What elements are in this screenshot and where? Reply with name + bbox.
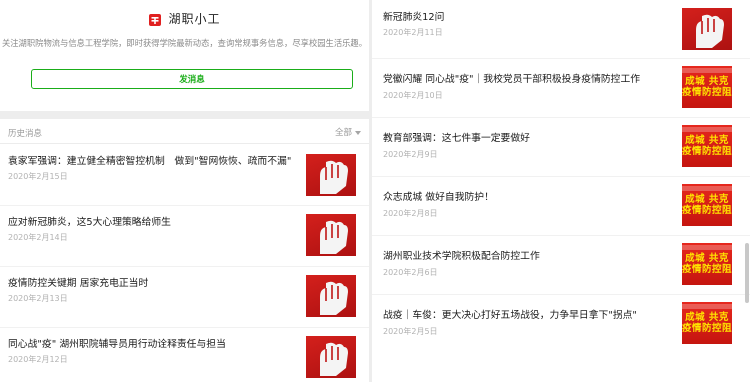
- account-description: 关注湖职院物流与信息工程学院，即时获得学院最新动态，查询常规事务信息，尽享校园生…: [1, 38, 368, 48]
- poster-banner: [682, 304, 732, 309]
- account-profile-pane: 湖职小工 关注湖职院物流与信息工程学院，即时获得学院最新动态，查询常规事务信息，…: [0, 0, 369, 382]
- poster-banner: [682, 68, 732, 73]
- list-item[interactable]: 袁家军强调：建立健全精密智控机制 做到"智网恢恢、疏而不漏" 2020年2月15…: [0, 145, 369, 206]
- article-title: 应对新冠肺炎，这5大心理策略给师生: [8, 217, 171, 228]
- article-title: 湖州职业技术学院积极配合防控工作: [383, 251, 540, 262]
- article-date: 2020年2月14日: [8, 233, 68, 242]
- article-date: 2020年2月15日: [8, 172, 68, 181]
- vertical-scrollbar[interactable]: [745, 243, 749, 303]
- list-item[interactable]: 教育部强调：这七件事一定要做好 2020年2月9日 成城 共克 疫情防控阻: [372, 118, 750, 177]
- raised-fist-icon: [306, 275, 356, 317]
- list-item[interactable]: 同心战"疫" 湖州职院辅导员用行动诠释责任与担当 2020年2月12日: [0, 328, 369, 382]
- history-messages: 历史消息 全部 袁家军强调：建立健全精密智控机制 做到"智网恢恢、疏而不漏" 2…: [0, 119, 369, 382]
- list-item[interactable]: 疫情防控关键期 居家充电正当时 2020年2月13日: [0, 267, 369, 328]
- article-date: 2020年2月9日: [383, 150, 438, 159]
- poster-icon: 成城 共克 疫情防控阻: [682, 302, 732, 344]
- list-item[interactable]: 众志成城 做好自我防护！ 2020年2月8日 成城 共克 疫情防控阻: [372, 177, 750, 236]
- article-date: 2020年2月10日: [383, 91, 443, 100]
- chevron-down-icon: [355, 130, 361, 135]
- poster-icon: 成城 共克 疫情防控阻: [682, 184, 732, 226]
- article-title: 党徽闪耀 同心战"疫"｜我校党员干部积极投身疫情防控工作: [383, 74, 641, 85]
- poster-banner: [682, 245, 732, 250]
- article-date: 2020年2月5日: [383, 327, 438, 336]
- article-list-pane: 新冠肺炎12问 2020年2月11日 党徽闪耀 同心战"疫"｜我校党员干部积极投…: [372, 0, 750, 382]
- account-name: 湖职小工: [168, 12, 221, 26]
- poster-text: 成城 共克: [685, 253, 729, 264]
- article-title: 新冠肺炎12问: [383, 12, 445, 23]
- raised-fist-icon: [306, 154, 356, 196]
- list-item[interactable]: 湖州职业技术学院积极配合防控工作 2020年2月6日 成城 共克 疫情防控阻: [372, 236, 750, 295]
- poster-icon: 成城 共克 疫情防控阻: [682, 125, 732, 167]
- article-date: 2020年2月6日: [383, 268, 438, 277]
- list-item[interactable]: 新冠肺炎12问 2020年2月11日: [372, 0, 750, 59]
- poster-text: 成城 共克: [685, 312, 729, 323]
- poster-text: 疫情防控阻: [682, 323, 732, 334]
- poster-text: 成城 共克: [685, 76, 729, 87]
- history-header: 历史消息 全部: [0, 119, 369, 144]
- poster-text: 成城 共克: [685, 194, 729, 205]
- list-item[interactable]: 应对新冠肺炎，这5大心理策略给师生 2020年2月14日: [0, 206, 369, 267]
- article-title: 众志成城 做好自我防护！: [383, 192, 494, 203]
- article-date: 2020年2月13日: [8, 294, 68, 303]
- article-title: 同心战"疫" 湖州职院辅导员用行动诠释责任与担当: [8, 339, 226, 350]
- raised-fist-icon: [682, 8, 732, 50]
- poster-icon: 成城 共克 疫情防控阻: [682, 243, 732, 285]
- article-title: 教育部强调：这七件事一定要做好: [383, 133, 530, 144]
- poster-icon: 成城 共克 疫情防控阻: [682, 66, 732, 108]
- list-item[interactable]: 党徽闪耀 同心战"疫"｜我校党员干部积极投身疫情防控工作 2020年2月10日 …: [372, 59, 750, 118]
- poster-text: 成城 共克: [685, 135, 729, 146]
- history-label: 历史消息: [8, 129, 43, 139]
- poster-banner: [682, 127, 732, 132]
- poster-text: 疫情防控阻: [682, 205, 732, 216]
- poster-text: 疫情防控阻: [682, 146, 732, 157]
- list-item[interactable]: 战疫｜车俊：更大决心打好五场战役，力争早日拿下"拐点" 2020年2月5日 成城…: [372, 295, 750, 365]
- article-date: 2020年2月8日: [383, 209, 438, 218]
- poster-banner: [682, 186, 732, 191]
- raised-fist-icon: [306, 214, 356, 256]
- poster-text: 疫情防控阻: [682, 264, 732, 275]
- poster-text: 疫情防控阻: [682, 87, 732, 98]
- raised-fist-icon: [306, 336, 356, 378]
- article-title: 战疫｜车俊：更大决心打好五场战役，力争早日拿下"拐点": [383, 310, 637, 321]
- article-date: 2020年2月11日: [383, 28, 443, 37]
- profile-card: 湖职小工 关注湖职院物流与信息工程学院，即时获得学院最新动态，查询常规事务信息，…: [0, 0, 369, 111]
- filter-dropdown[interactable]: 全部: [335, 126, 361, 138]
- article-date: 2020年2月12日: [8, 355, 68, 364]
- article-title: 疫情防控关键期 居家充电正当时: [8, 278, 149, 289]
- send-message-button[interactable]: 发消息: [31, 69, 353, 89]
- article-title: 袁家军强调：建立健全精密智控机制 做到"智网恢恢、疏而不漏": [8, 156, 292, 167]
- filter-label: 全部: [334, 128, 352, 138]
- red-seal-logo-icon: [148, 12, 162, 26]
- profile-header: 湖职小工: [0, 10, 369, 27]
